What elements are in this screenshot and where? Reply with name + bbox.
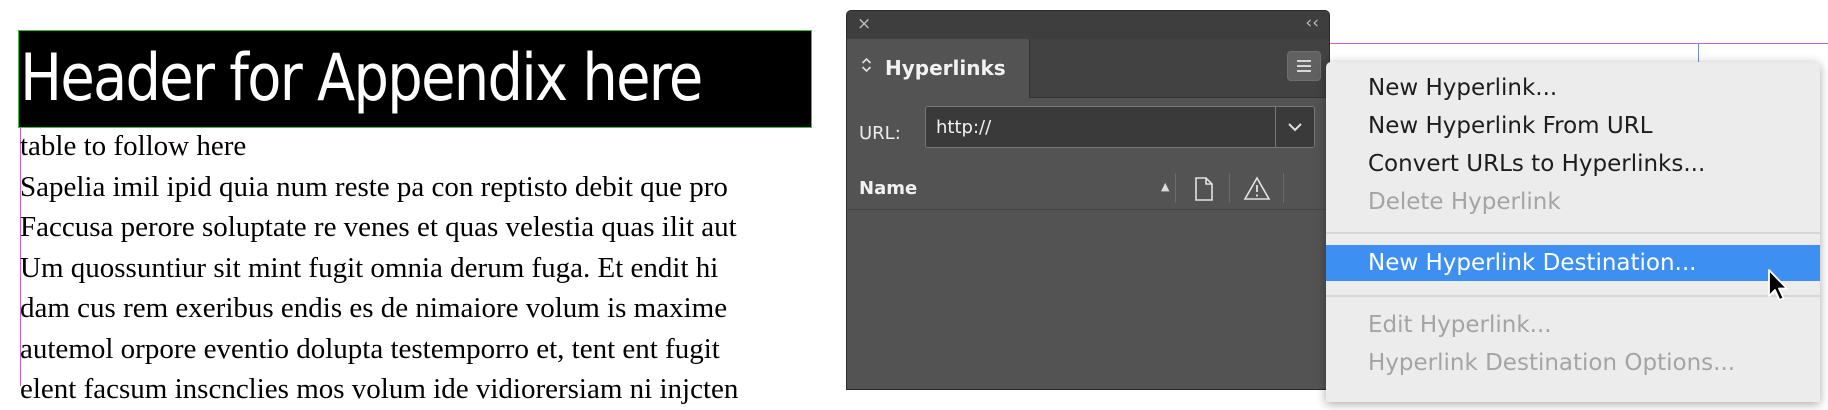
- hyperlinks-list[interactable]: [847, 210, 1329, 389]
- body-text-line: elent facsum inscnclies mos volum ide vi…: [20, 373, 739, 405]
- menu-item-convert-urls[interactable]: Convert URLs to Hyperlinks...: [1326, 146, 1820, 182]
- panel-menu-button[interactable]: [1287, 51, 1321, 81]
- panel-menu-icon: [1297, 60, 1311, 62]
- column-name[interactable]: Name: [859, 178, 917, 200]
- expand-collapse-icon[interactable]: [861, 57, 872, 75]
- menu-item-hyperlink-destination-options: Hyperlink Destination Options...: [1368, 350, 1736, 376]
- url-input[interactable]: [926, 107, 1276, 147]
- panel-menu-icon: [1297, 70, 1311, 72]
- mouse-cursor-icon: [1768, 269, 1788, 301]
- menu-item-new-hyperlink-from-url[interactable]: New Hyperlink From URL: [1326, 108, 1820, 144]
- document-header[interactable]: Header for Appendix here: [20, 30, 703, 128]
- page-icon[interactable]: [1183, 175, 1223, 207]
- menu-item-edit-hyperlink: Edit Hyperlink...: [1368, 312, 1552, 338]
- body-text-line: Faccusa perore soluptate re venes et qua…: [20, 211, 737, 243]
- body-text-line: Um quossuntiur sit mint fugit omnia deru…: [20, 251, 719, 284]
- body-text-line: dam cus rem exeribus endis es de nimaior…: [20, 292, 728, 324]
- close-icon[interactable]: ×: [857, 14, 871, 34]
- body-text-line: table to follow here: [20, 130, 247, 162]
- tab-hyperlinks[interactable]: Hyperlinks: [847, 39, 1030, 98]
- chevron-down-icon: [1288, 123, 1302, 132]
- column-divider: [1283, 173, 1284, 203]
- url-label: URL:: [859, 123, 901, 144]
- body-text-frame[interactable]: table to follow here Sapelia imil ipid q…: [20, 126, 860, 410]
- column-divider: [1175, 173, 1176, 203]
- hyperlinks-panel: × ‹‹ Hyperlinks URL: Name ▲: [846, 10, 1330, 390]
- menu-item-new-hyperlink[interactable]: New Hyperlink...: [1326, 70, 1820, 106]
- menu-item-delete-hyperlink: Delete Hyperlink: [1368, 189, 1561, 215]
- column-divider: [1229, 173, 1230, 203]
- body-text-line: autemol orpore eventio dolupta testempor…: [20, 332, 720, 365]
- sort-ascending-icon[interactable]: ▲: [1161, 179, 1169, 195]
- panel-menu-icon: [1297, 65, 1311, 67]
- menu-separator: [1326, 232, 1820, 234]
- panel-titlebar[interactable]: × ‹‹: [847, 11, 1329, 39]
- tab-label: Hyperlinks: [885, 56, 1006, 80]
- hyperlinks-column-header: Name ▲: [847, 169, 1329, 210]
- menu-separator: [1326, 295, 1820, 297]
- url-dropdown-button[interactable]: [1275, 107, 1314, 147]
- menu-item-new-hyperlink-destination[interactable]: New Hyperlink Destination...: [1326, 245, 1820, 281]
- warning-icon[interactable]: [1237, 175, 1277, 207]
- panel-tabstrip: Hyperlinks: [847, 39, 1329, 98]
- url-combobox[interactable]: [925, 106, 1315, 148]
- collapse-panel-icon[interactable]: ‹‹: [1305, 13, 1319, 33]
- panel-flyout-menu: New Hyperlink... New Hyperlink From URL …: [1326, 62, 1820, 402]
- column-guide: [1698, 43, 1699, 63]
- body-text-line: Sapelia imil ipid quia num reste pa con …: [20, 170, 728, 203]
